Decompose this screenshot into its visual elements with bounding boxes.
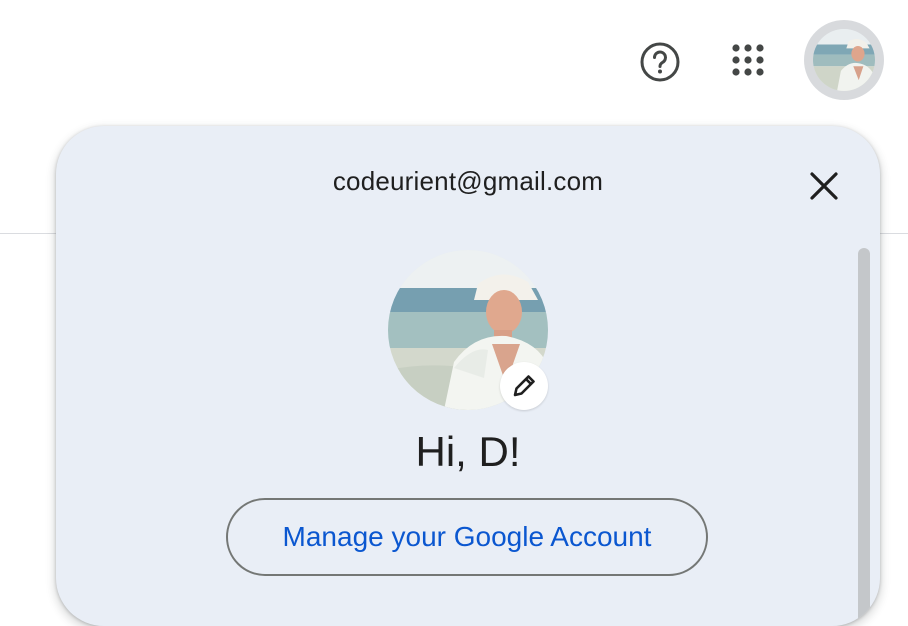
close-icon <box>810 172 838 200</box>
account-email: codeurient@gmail.com <box>332 166 604 196</box>
change-photo-button[interactable] <box>500 362 548 410</box>
avatar <box>813 29 875 91</box>
help-button[interactable] <box>636 38 684 86</box>
close-button[interactable] <box>800 162 848 210</box>
greeting: Hi, D! <box>415 428 521 475</box>
help-circle-icon <box>640 42 680 82</box>
pencil-icon <box>513 375 535 397</box>
google-apps-button[interactable] <box>724 36 772 84</box>
account-avatar-button[interactable] <box>804 20 884 100</box>
profile-photo <box>813 29 875 91</box>
manage-account-button[interactable]: Manage your Google Account <box>226 498 708 576</box>
account-panel: codeurient@gmail.com Hi, D! Manage your … <box>56 126 880 626</box>
apps-grid-icon <box>732 44 764 76</box>
